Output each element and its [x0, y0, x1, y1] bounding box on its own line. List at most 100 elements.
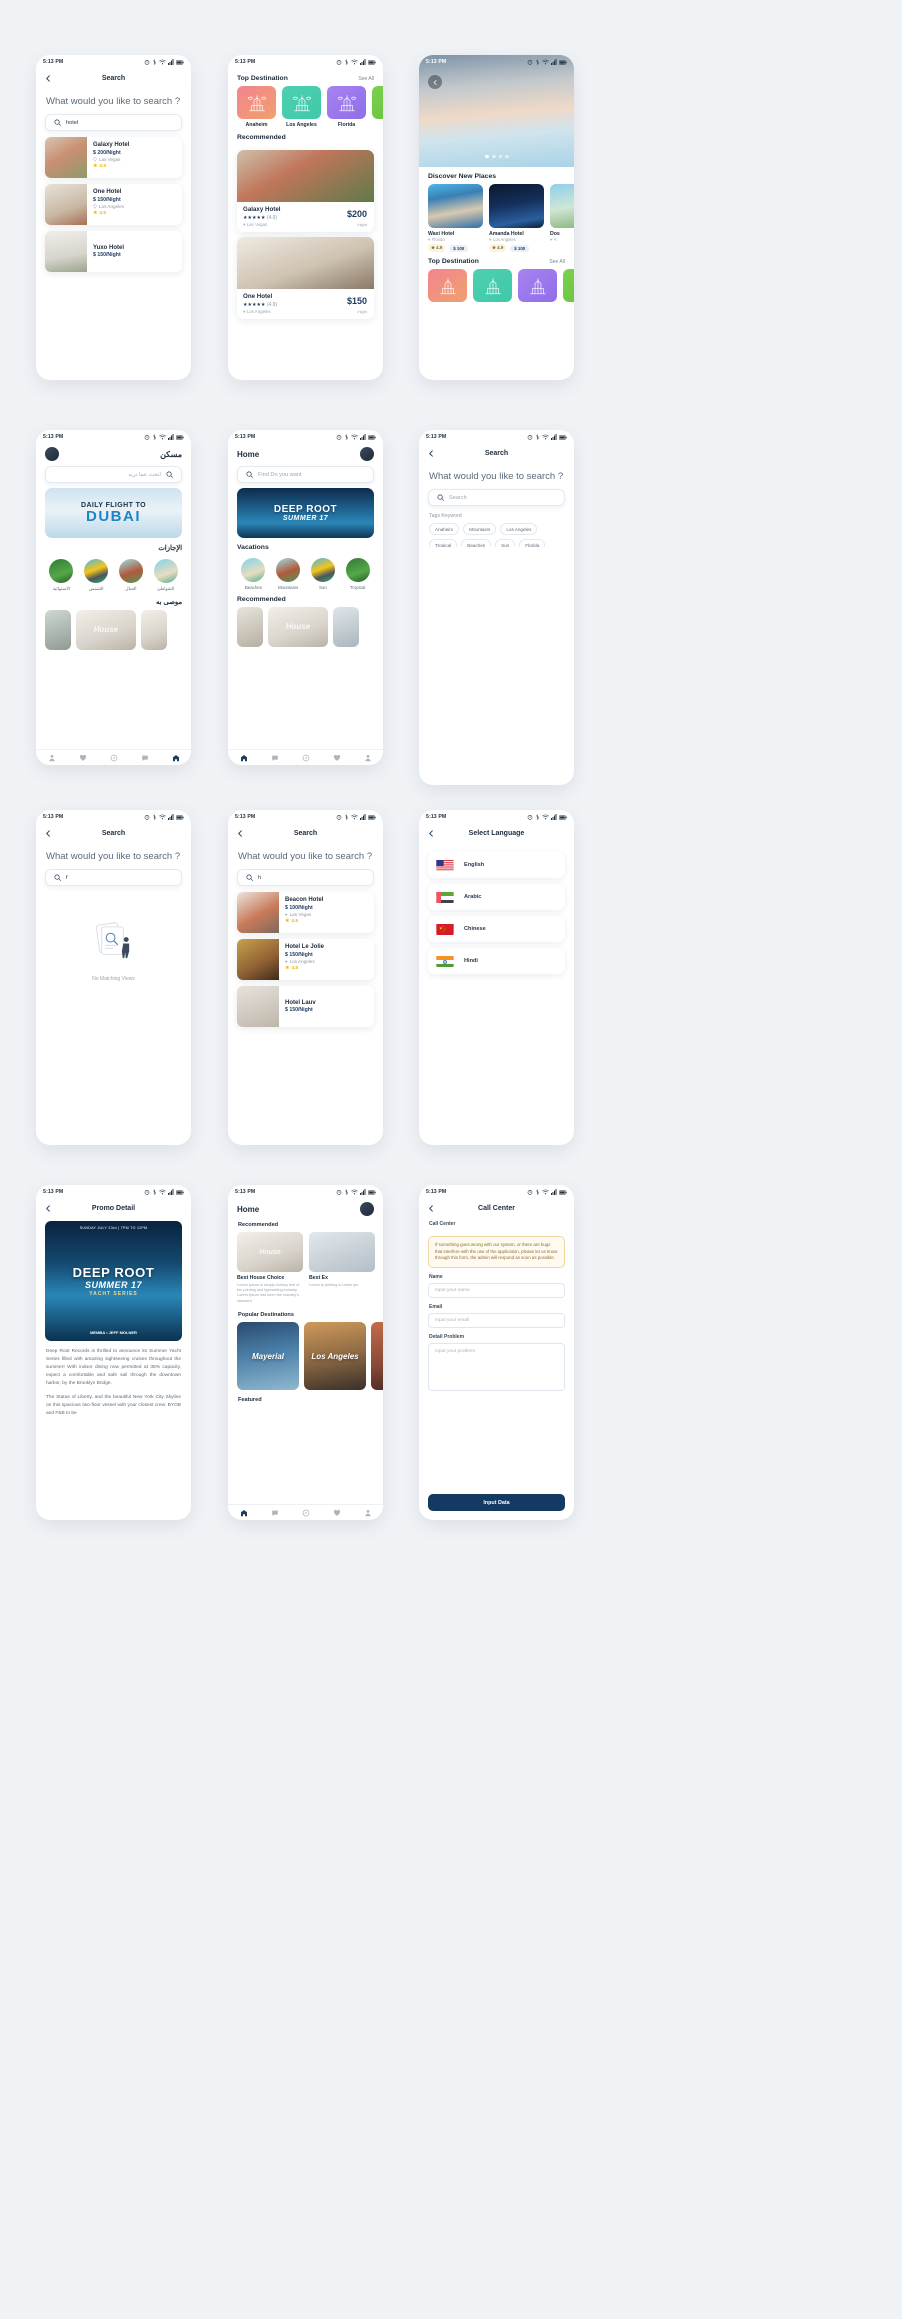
hotel-card[interactable]: Hotel Le Jolie $ 150/Night ⌖ Los Angeles…: [237, 939, 374, 980]
recommended-card[interactable]: Galaxy Hotel ★★★★★ (4.9) ⌖ Las Vegas $20…: [237, 150, 374, 232]
house-card[interactable]: [333, 606, 359, 647]
header-row: Home: [228, 444, 383, 461]
recommended-item[interactable]: House Best House Choice Lorem ipsum is s…: [237, 1232, 303, 1304]
house-card[interactable]: House: [268, 606, 328, 647]
hotel-card[interactable]: Hotel Lauv $ 150/Night: [237, 986, 374, 1027]
person-icon[interactable]: [48, 754, 56, 762]
heart-icon[interactable]: [333, 1509, 341, 1517]
place-card[interactable]: Dos ⌖ A: [550, 184, 574, 252]
back-arrow-icon[interactable]: [44, 1204, 53, 1213]
house-card[interactable]: House: [76, 609, 136, 650]
tag-chip[interactable]: Los Angeles: [500, 523, 538, 535]
hotel-name: Galaxy Hotel: [93, 142, 130, 148]
popular-item[interactable]: Mia: [371, 1322, 383, 1391]
compass-icon[interactable]: [302, 1509, 310, 1517]
category-item[interactable]: Beaches: [238, 558, 268, 590]
hotel-card[interactable]: One Hotel $ 150/Night Los Angeles ★ 4.5: [45, 184, 182, 225]
bottom-tab-bar[interactable]: [228, 1504, 383, 1520]
see-all-link[interactable]: See All: [358, 76, 374, 82]
avatar[interactable]: [360, 447, 374, 461]
back-arrow-icon[interactable]: [236, 829, 245, 838]
place-card[interactable]: Amanda Hotel ⌖ Los Angeles ★ 4.9 $ 100: [489, 184, 544, 252]
carousel-dots[interactable]: [419, 154, 574, 158]
category-item[interactable]: الشمس: [81, 559, 111, 592]
category-item[interactable]: الشواطئ: [151, 559, 181, 592]
back-arrow-icon[interactable]: [44, 829, 53, 838]
compass-icon[interactable]: [302, 754, 310, 762]
avatar[interactable]: [45, 447, 59, 461]
place-card[interactable]: Waxi Hotel ⌖ Florida ★ 4.9 $ 100: [428, 184, 483, 252]
language-item-chinese[interactable]: ★ ★ ★ ★ ★ Chinese: [428, 916, 565, 942]
category-item[interactable]: الاستوائية: [46, 559, 76, 592]
avatar[interactable]: [360, 1202, 374, 1216]
destination-item[interactable]: Florida: [327, 86, 366, 128]
recommended-image: [237, 150, 374, 202]
popular-item[interactable]: Los Angeles: [304, 1322, 366, 1391]
back-arrow-icon[interactable]: [44, 74, 53, 83]
tag-chip[interactable]: Mountains: [463, 523, 497, 535]
house-card[interactable]: [45, 609, 71, 650]
category-item[interactable]: Mountains: [273, 558, 303, 590]
house-card[interactable]: [141, 609, 167, 650]
search-input[interactable]: f: [45, 869, 182, 886]
search-input[interactable]: Find Do you want: [237, 466, 374, 483]
back-arrow-icon[interactable]: [427, 1204, 436, 1213]
search-input[interactable]: h: [237, 869, 374, 886]
hotel-card[interactable]: Yuxo Hotel $ 150/Night: [45, 231, 182, 272]
tag-chip[interactable]: Anaheim: [429, 523, 460, 535]
page-title: Search: [293, 829, 318, 837]
search-input[interactable]: hotel: [45, 114, 182, 131]
promo-banner[interactable]: DEEP ROOT SUMMER 17: [237, 488, 374, 538]
recommended-item[interactable]: Best Ex Lorem ip printing a Lorem ips: [309, 1232, 375, 1304]
search-input[interactable]: ابحث عما تريد: [45, 466, 182, 483]
recommended-card[interactable]: One Hotel ★★★★★ (4.9) ⌖ Los Angeles $150…: [237, 237, 374, 319]
heart-icon[interactable]: [333, 754, 341, 762]
chat-icon[interactable]: [271, 1509, 279, 1517]
hotel-card[interactable]: Galaxy Hotel $ 200/Night Las Vegas ★ 4.9: [45, 137, 182, 178]
compass-icon[interactable]: [110, 754, 118, 762]
chat-icon[interactable]: [141, 754, 149, 762]
see-all-link[interactable]: See All: [549, 259, 565, 265]
destination-item[interactable]: [518, 269, 557, 302]
chat-icon[interactable]: [271, 754, 279, 762]
category-item[interactable]: Tropical: [343, 558, 373, 590]
bottom-tab-bar[interactable]: [228, 749, 383, 765]
home-icon[interactable]: [240, 1509, 248, 1517]
home-icon[interactable]: [240, 754, 248, 762]
popular-item[interactable]: Mayerial: [237, 1322, 299, 1391]
email-field[interactable]: Input your email: [428, 1312, 565, 1328]
hotel-card[interactable]: Beacon Hotel $ 100/Night ⌖ Las Vegas ★ 4.…: [237, 892, 374, 933]
category-item[interactable]: الجبال: [116, 559, 146, 592]
destination-item[interactable]: [563, 269, 574, 302]
category-icon: [276, 558, 301, 582]
bottom-tab-bar[interactable]: [36, 749, 191, 765]
tag-chip[interactable]: Florida: [519, 539, 546, 547]
destination-item[interactable]: La: [372, 86, 383, 128]
tag-chip[interactable]: Tropical: [429, 539, 458, 547]
back-button[interactable]: [428, 75, 442, 89]
detail-field[interactable]: Input your problem: [428, 1342, 565, 1391]
language-item-arabic[interactable]: Arabic: [428, 884, 565, 910]
language-item-english[interactable]: English: [428, 852, 565, 878]
section-title-recommended: موصى به: [155, 598, 182, 606]
person-icon[interactable]: [364, 1509, 372, 1517]
tag-chip[interactable]: Sun: [495, 539, 516, 547]
submit-button[interactable]: Input Data: [428, 1494, 565, 1511]
search-input[interactable]: Search: [428, 489, 565, 506]
heart-icon[interactable]: [79, 754, 87, 762]
name-field[interactable]: Input your name: [428, 1282, 565, 1298]
destination-item[interactable]: [428, 269, 467, 302]
back-arrow-icon[interactable]: [427, 829, 436, 838]
destination-item[interactable]: [473, 269, 512, 302]
tag-chip[interactable]: Beaches: [461, 539, 492, 547]
category-item[interactable]: Sun: [308, 558, 338, 590]
star-icon: ★: [285, 918, 290, 924]
home-icon[interactable]: [172, 754, 180, 762]
destination-item[interactable]: Anaheim: [237, 86, 276, 128]
promo-banner[interactable]: DAILY FLIGHT TO DUBAI: [45, 488, 182, 538]
destination-item[interactable]: Los Angeles: [282, 86, 321, 128]
back-arrow-icon[interactable]: [427, 449, 436, 458]
house-card[interactable]: [237, 606, 263, 647]
person-icon[interactable]: [364, 754, 372, 762]
language-item-hindi[interactable]: Hindi: [428, 948, 565, 974]
